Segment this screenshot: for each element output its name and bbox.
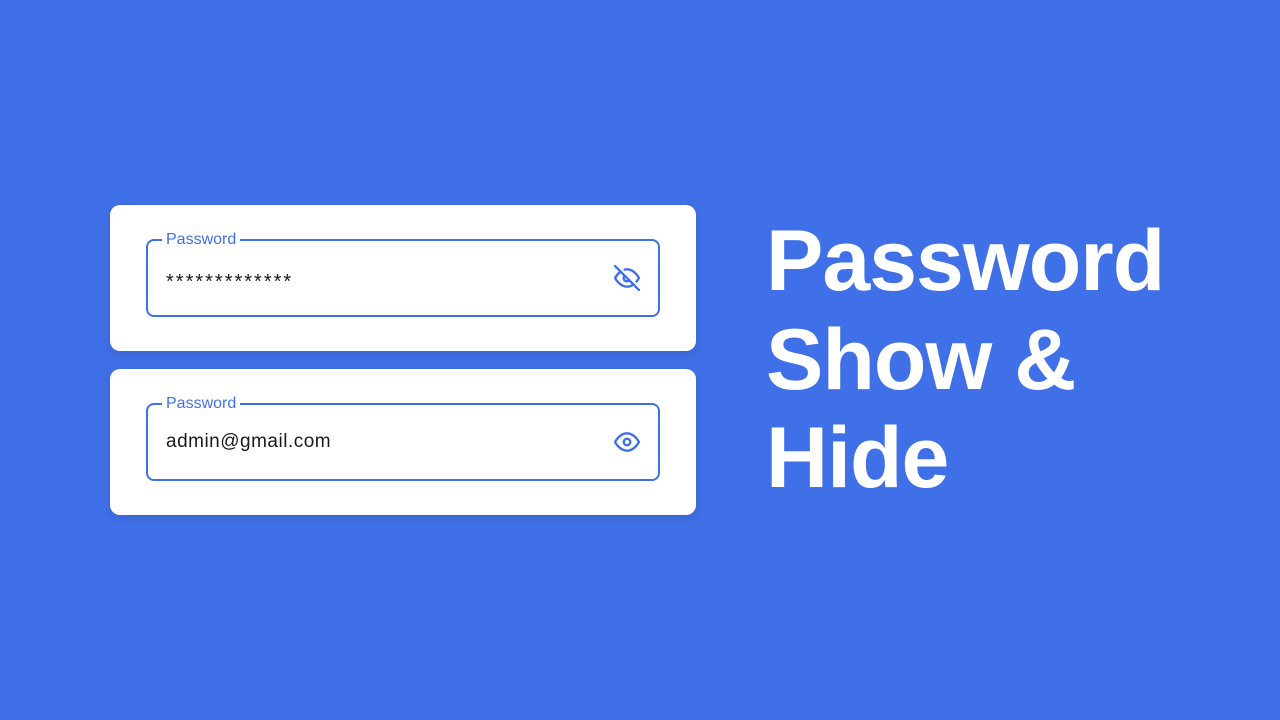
password-label: Password: [162, 395, 240, 413]
forms-column: Password Password: [110, 205, 696, 515]
eye-off-icon[interactable]: [614, 265, 640, 291]
heading-column: Password Show & Hide: [766, 212, 1170, 509]
heading-line-3: Hide: [766, 410, 948, 506]
password-field-wrapper: Password: [146, 403, 660, 481]
password-input-hidden[interactable]: [166, 263, 614, 294]
password-card-shown: Password: [110, 369, 696, 515]
heading-line-2: Show &: [766, 312, 1075, 408]
password-input-shown[interactable]: [166, 431, 614, 453]
heading-line-1: Password: [766, 213, 1164, 309]
password-label: Password: [162, 231, 240, 249]
password-card-hidden: Password: [110, 205, 696, 351]
page-title: Password Show & Hide: [766, 212, 1170, 509]
eye-icon[interactable]: [614, 429, 640, 455]
password-field-wrapper: Password: [146, 239, 660, 317]
